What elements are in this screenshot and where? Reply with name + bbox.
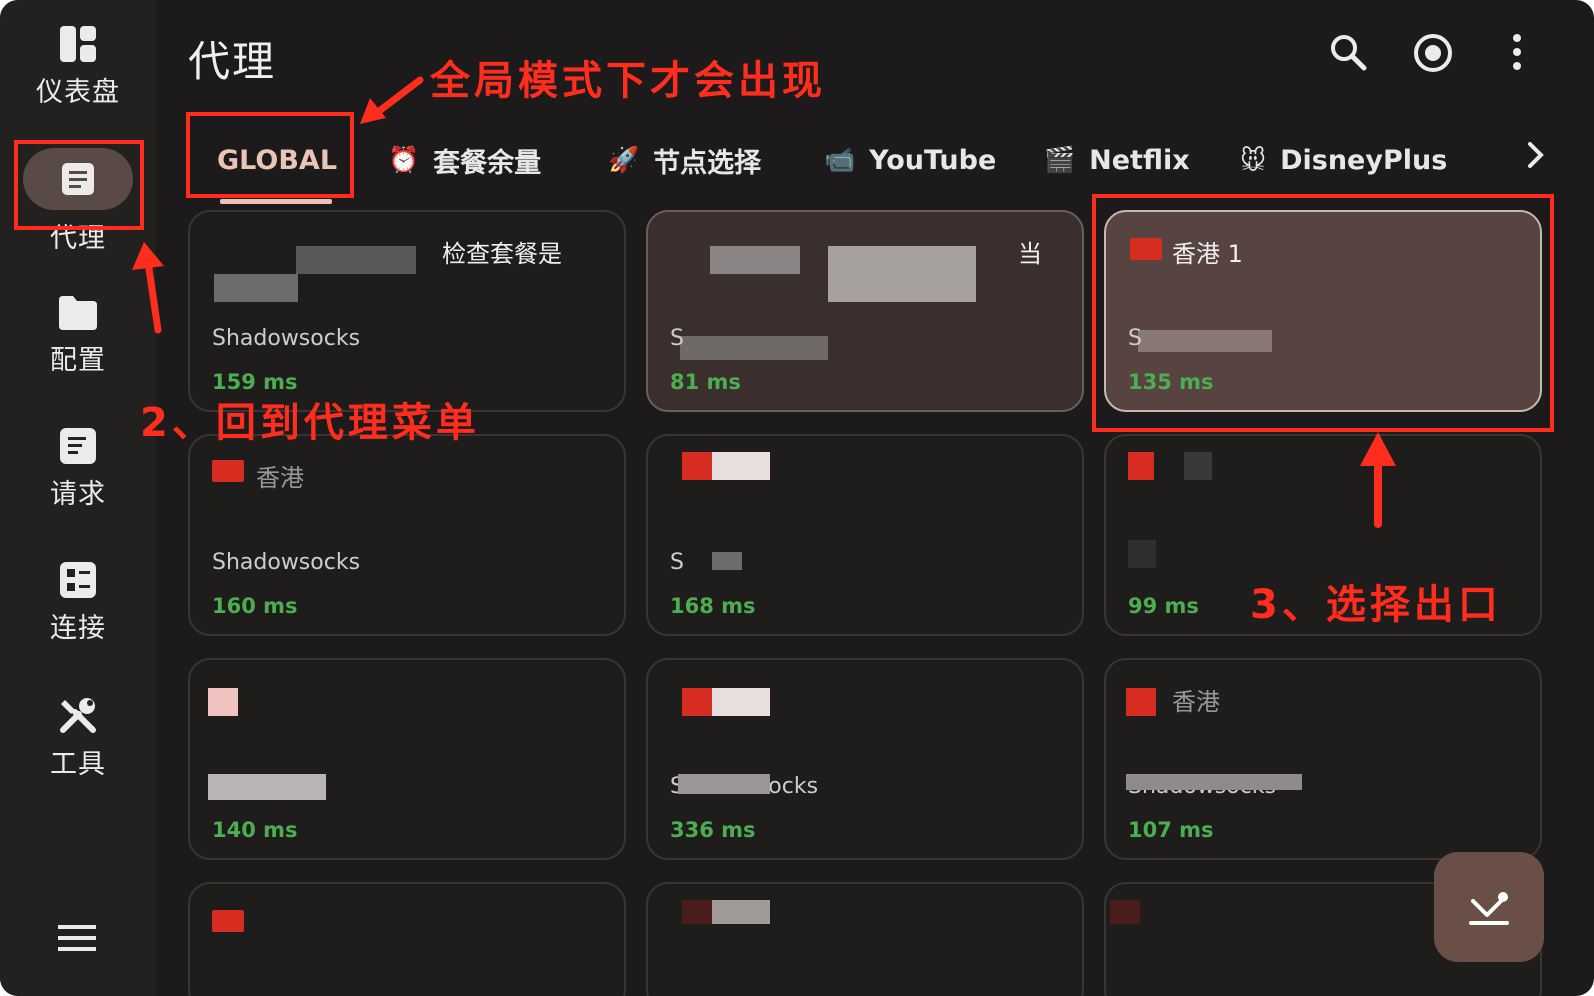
- mouse-face-icon: 🐭: [1240, 145, 1267, 175]
- annotation-box-proxy-menu: [14, 140, 144, 230]
- proxy-name: 香港: [256, 464, 304, 492]
- proxy-card[interactable]: 香港 Shadowsocks 160 ms: [188, 434, 626, 636]
- hong-kong-flag-icon: [212, 910, 244, 932]
- proxy-delay: 81 ms: [670, 370, 741, 394]
- tab-youtube[interactable]: 📹 YouTube: [824, 130, 996, 190]
- tab-label: 节点选择: [653, 147, 762, 179]
- proxy-name: 检查套餐是: [442, 240, 562, 268]
- locate-current-icon: [1469, 892, 1509, 925]
- redacted-block: [678, 774, 770, 794]
- redacted-block: [712, 552, 742, 570]
- sidebar-item-label: 连接: [50, 613, 106, 644]
- tab-disneyplus[interactable]: 🐭 DisneyPlus: [1240, 130, 1447, 190]
- annotation-arrow-select-exit: [1360, 432, 1396, 528]
- video-camera-icon: 📹: [824, 145, 856, 174]
- proxy-card[interactable]: 当 S 81 ms: [646, 210, 1084, 412]
- proxy-delay: 140 ms: [212, 818, 298, 842]
- sidebar-item-label: 请求: [50, 479, 106, 510]
- more-vert-icon[interactable]: [1510, 32, 1524, 72]
- redacted-block: [1126, 688, 1156, 716]
- tab-label: DisneyPlus: [1280, 144, 1448, 176]
- connection-icon: [60, 562, 96, 598]
- sidebar-item-label: 配置: [50, 345, 106, 376]
- tab-label: Netflix: [1089, 144, 1190, 176]
- proxy-card[interactable]: 140 ms: [188, 658, 626, 860]
- proxy-card[interactable]: [188, 882, 626, 996]
- tab-label: 套餐余量: [433, 147, 542, 179]
- sidebar-item-requests[interactable]: 请求: [0, 426, 156, 511]
- hamburger-menu-icon[interactable]: [56, 922, 98, 954]
- redacted-block: [682, 900, 770, 924]
- redacted-block: [214, 274, 298, 302]
- redacted-block: [710, 246, 800, 274]
- proxy-delay: 336 ms: [670, 818, 756, 842]
- annotation-arrow-proxy-menu: [132, 242, 164, 334]
- tab-label: YouTube: [869, 144, 997, 176]
- chevron-right-icon[interactable]: [1526, 140, 1546, 170]
- redacted-block: [1128, 452, 1154, 480]
- proxy-card[interactable]: 香港 Shadowsocks 107 ms: [1104, 658, 1542, 860]
- tab-node-select[interactable]: 🚀 节点选择: [608, 130, 761, 190]
- annotation-box-global-tab: [186, 112, 354, 198]
- redacted-block: [296, 246, 416, 274]
- request-icon: [60, 428, 96, 464]
- proxy-card[interactable]: S 168 ms: [646, 434, 1084, 636]
- alarm-clock-icon: ⏰: [388, 145, 420, 174]
- redacted-block: [1110, 900, 1140, 924]
- proxy-delay: 99 ms: [1128, 594, 1199, 618]
- proxy-delay: 107 ms: [1128, 818, 1214, 842]
- sidebar-item-label: 仪表盘: [36, 77, 120, 108]
- annotation-step2: 2、回到代理菜单: [140, 400, 480, 446]
- proxy-delay: 168 ms: [670, 594, 756, 618]
- proxy-type: Shadowsocks: [212, 326, 361, 351]
- tools-icon: [60, 698, 96, 733]
- search-icon[interactable]: [1328, 32, 1368, 72]
- sidebar-item-dashboard[interactable]: 仪表盘: [0, 24, 156, 109]
- proxy-name: 香港: [1172, 688, 1220, 716]
- proxy-type: Shadowsocks: [212, 550, 361, 575]
- proxy-type: S: [670, 550, 684, 575]
- sidebar-item-label: 工具: [50, 749, 106, 780]
- app-window: 仪表盘 代理 配置 请求 连接 工具 代理 GLOBAL ⏰ 套餐余量 🚀 节点…: [0, 0, 1594, 996]
- annotation-arrow-global: [360, 76, 424, 124]
- redacted-block: [1184, 452, 1212, 480]
- clapper-board-icon: 🎬: [1044, 145, 1076, 174]
- proxy-type: S: [670, 326, 684, 351]
- proxy-card[interactable]: Shadowsocks 336 ms: [646, 658, 1084, 860]
- page-title: 代理: [188, 37, 277, 86]
- proxy-name: 当: [1018, 240, 1042, 268]
- annotation-global-only: 全局模式下才会出现: [430, 58, 826, 104]
- tab-netflix[interactable]: 🎬 Netflix: [1044, 130, 1190, 190]
- rocket-icon: 🚀: [608, 145, 640, 174]
- redacted-block: [208, 774, 326, 800]
- redacted-block: [208, 688, 238, 716]
- annotation-step3: 3、选择出口: [1250, 582, 1502, 628]
- dashboard-icon: [60, 26, 96, 62]
- target-icon[interactable]: [1412, 32, 1454, 74]
- hong-kong-flag-icon: [212, 460, 244, 482]
- annotation-box-selected-proxy: [1092, 194, 1554, 432]
- proxy-delay: 160 ms: [212, 594, 298, 618]
- redacted-block: [1126, 774, 1302, 790]
- sidebar-item-connections[interactable]: 连接: [0, 560, 156, 645]
- scroll-to-selected-button[interactable]: [1434, 852, 1544, 962]
- proxy-card[interactable]: 检查套餐是 Shadowsocks 159 ms: [188, 210, 626, 412]
- redacted-block: [682, 688, 770, 716]
- folder-icon: [59, 296, 97, 330]
- redacted-block: [682, 452, 770, 480]
- redacted-block: [680, 336, 828, 360]
- sidebar-item-tools[interactable]: 工具: [0, 694, 156, 781]
- redacted-block: [828, 246, 976, 302]
- redacted-block: [1128, 540, 1156, 568]
- active-tab-indicator: [220, 199, 332, 204]
- proxy-card[interactable]: [646, 882, 1084, 996]
- tab-plan-remaining[interactable]: ⏰ 套餐余量: [388, 130, 541, 190]
